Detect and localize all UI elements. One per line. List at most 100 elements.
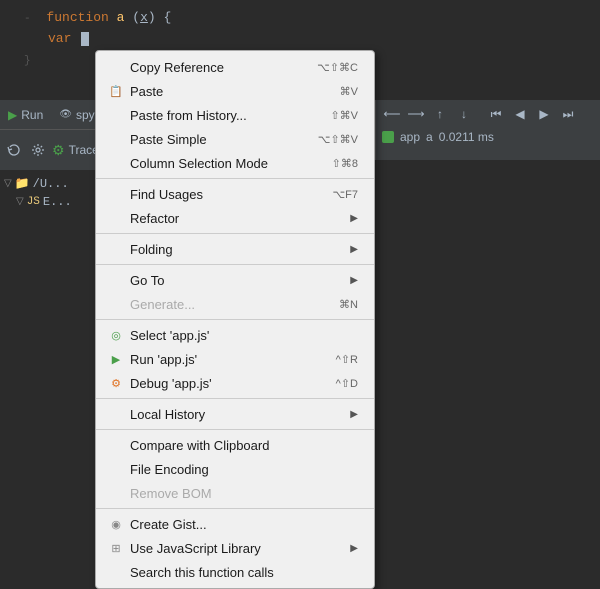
tab-run[interactable]: ▶ Run xyxy=(0,104,51,126)
run-tab-label: Run xyxy=(21,108,43,122)
run-appjs-label: Run 'app.js' xyxy=(130,352,197,367)
copy-reference-icon: · xyxy=(108,59,124,75)
menu-item-local-history[interactable]: · Local History ▶ xyxy=(96,402,374,426)
skip-back-icon[interactable]: ⏮ xyxy=(486,104,506,124)
debug-appjs-label: Debug 'app.js' xyxy=(130,376,212,391)
menu-item-copy-reference[interactable]: · Copy Reference ⌥⇧⌘C xyxy=(96,55,374,79)
compare-clipboard-icon: · xyxy=(108,437,124,453)
find-usages-icon: · xyxy=(108,186,124,202)
column-selection-mode-shortcut: ⇧⌘8 xyxy=(332,157,358,170)
skip-prev-icon[interactable]: ◀ xyxy=(510,104,530,124)
compare-clipboard-label: Compare with Clipboard xyxy=(130,438,269,453)
paste-simple-icon: · xyxy=(108,131,124,147)
column-selection-mode-label: Column Selection Mode xyxy=(130,156,268,171)
run-appjs-icon: ▶ xyxy=(108,351,124,367)
refresh-icon[interactable] xyxy=(4,140,24,160)
search-function-calls-label: Search this function calls xyxy=(130,565,274,580)
right-toolbar: ⟵ ⟶ ↑ ↓ ⏮ ◀ ▶ ⏭ xyxy=(376,100,600,128)
generate-icon: · xyxy=(108,296,124,312)
right-panel: ⟵ ⟶ ↑ ↓ ⏮ ◀ ▶ ⏭ app a 0.0211 ms xyxy=(375,100,600,160)
paste-icon: 📋 xyxy=(108,83,124,99)
menu-item-column-selection-mode[interactable]: ·Column Selection Mode⇧⌘8 xyxy=(96,151,374,175)
menu-item-create-gist[interactable]: ◉ Create Gist... xyxy=(96,512,374,536)
down-icon[interactable]: ↓ xyxy=(454,104,474,124)
paste-from-history-icon: · xyxy=(108,107,124,123)
local-history-icon: · xyxy=(108,406,124,422)
menu-separator-13 xyxy=(96,319,374,320)
refactor-icon: · xyxy=(108,210,124,226)
timing-label: 0.0211 ms xyxy=(439,130,494,144)
menu-item-paste-from-history[interactable]: ·Paste from History...⇧⌘V xyxy=(96,103,374,127)
select-appjs-icon: ◎ xyxy=(108,327,124,343)
menu-item-paste[interactable]: 📋Paste⌘V xyxy=(96,79,374,103)
remove-bom-icon: · xyxy=(108,485,124,501)
menu-item-folding[interactable]: · Folding ▶ xyxy=(96,237,374,261)
back-icon[interactable]: ⟵ xyxy=(382,104,402,124)
create-gist-icon: ◉ xyxy=(108,516,124,532)
code-line-1: - function a (x) { xyxy=(24,8,600,29)
debug-appjs-icon: ⚙ xyxy=(108,375,124,391)
local-history-label: Local History xyxy=(130,407,205,422)
gear-icon[interactable] xyxy=(28,140,48,160)
menu-item-compare-clipboard[interactable]: · Compare with Clipboard xyxy=(96,433,374,457)
menu-item-use-js-library[interactable]: ⊞ Use JavaScript Library ▶ xyxy=(96,536,374,560)
paste-simple-label: Paste Simple xyxy=(130,132,207,147)
debug-appjs-shortcut: ^⇧D xyxy=(336,377,358,390)
select-appjs-label: Select 'app.js' xyxy=(130,328,209,343)
menu-separator-8 xyxy=(96,233,374,234)
forward-icon[interactable]: ⟶ xyxy=(406,104,426,124)
paste-from-history-shortcut: ⇧⌘V xyxy=(330,109,358,122)
paste-label: Paste xyxy=(130,84,163,99)
menu-separator-23 xyxy=(96,508,374,509)
find-usages-shortcut: ⌥F7 xyxy=(332,188,358,201)
menu-item-file-encoding[interactable]: ·File Encoding xyxy=(96,457,374,481)
menu-item-goto[interactable]: · Go To ▶ xyxy=(96,268,374,292)
menu-item-paste-simple[interactable]: · Paste Simple ⌥⇧⌘V xyxy=(96,127,374,151)
folding-icon: · xyxy=(108,241,124,257)
generate-label: Generate... xyxy=(130,297,195,312)
paste-simple-shortcut: ⌥⇧⌘V xyxy=(318,133,358,146)
menu-item-search-function-calls[interactable]: · Search this function calls xyxy=(96,560,374,584)
skip-next-icon[interactable]: ▶ xyxy=(534,104,554,124)
refactor-label: Refactor xyxy=(130,211,179,226)
menu-separator-17 xyxy=(96,398,374,399)
goto-arrow: ▶ xyxy=(350,275,358,286)
up-icon[interactable]: ↑ xyxy=(430,104,450,124)
menu-item-refactor[interactable]: · Refactor ▶ xyxy=(96,206,374,230)
remove-bom-label: Remove BOM xyxy=(130,486,212,501)
use-js-library-icon: ⊞ xyxy=(108,540,124,556)
goto-icon: · xyxy=(108,272,124,288)
goto-label: Go To xyxy=(130,273,164,288)
search-function-calls-icon: · xyxy=(108,564,124,580)
menu-item-run-appjs[interactable]: ▶Run 'app.js'^⇧R xyxy=(96,347,374,371)
folding-label: Folding xyxy=(130,242,173,257)
menu-item-remove-bom: · Remove BOM xyxy=(96,481,374,505)
spy-tab-label: spy xyxy=(76,108,95,122)
skip-forward-icon[interactable]: ⏭ xyxy=(558,104,578,124)
file-encoding-label: File Encoding xyxy=(130,462,209,477)
use-js-library-label: Use JavaScript Library xyxy=(130,541,261,556)
menu-item-find-usages[interactable]: · Find Usages ⌥F7 xyxy=(96,182,374,206)
copy-reference-label: Copy Reference xyxy=(130,60,224,75)
find-usages-label: Find Usages xyxy=(130,187,203,202)
use-js-library-arrow: ▶ xyxy=(350,543,358,554)
create-gist-label: Create Gist... xyxy=(130,517,207,532)
generate-shortcut: ⌘N xyxy=(339,298,358,311)
folding-arrow: ▶ xyxy=(350,244,358,255)
context-menu: ·Copy Reference⌥⇧⌘C📋Paste⌘V·Paste from H… xyxy=(95,50,375,589)
menu-item-select-appjs[interactable]: ◎ Select 'app.js' xyxy=(96,323,374,347)
menu-item-debug-appjs[interactable]: ⚙ Debug 'app.js' ^⇧D xyxy=(96,371,374,395)
menu-item-generate: · Generate... ⌘N xyxy=(96,292,374,316)
fn-label: a xyxy=(426,130,433,144)
run-icon: ▶ xyxy=(8,108,17,122)
app-badge xyxy=(382,131,394,143)
local-history-arrow: ▶ xyxy=(350,409,358,420)
menu-separator-19 xyxy=(96,429,374,430)
trace-label: ⚙ Trace xyxy=(52,142,99,159)
refactor-arrow: ▶ xyxy=(350,213,358,224)
menu-separator-5 xyxy=(96,178,374,179)
copy-reference-shortcut: ⌥⇧⌘C xyxy=(317,61,358,74)
spy-icon: 👁 xyxy=(59,109,72,120)
code-line-2: var xyxy=(24,29,600,50)
right-info: app a 0.0211 ms xyxy=(376,128,600,146)
